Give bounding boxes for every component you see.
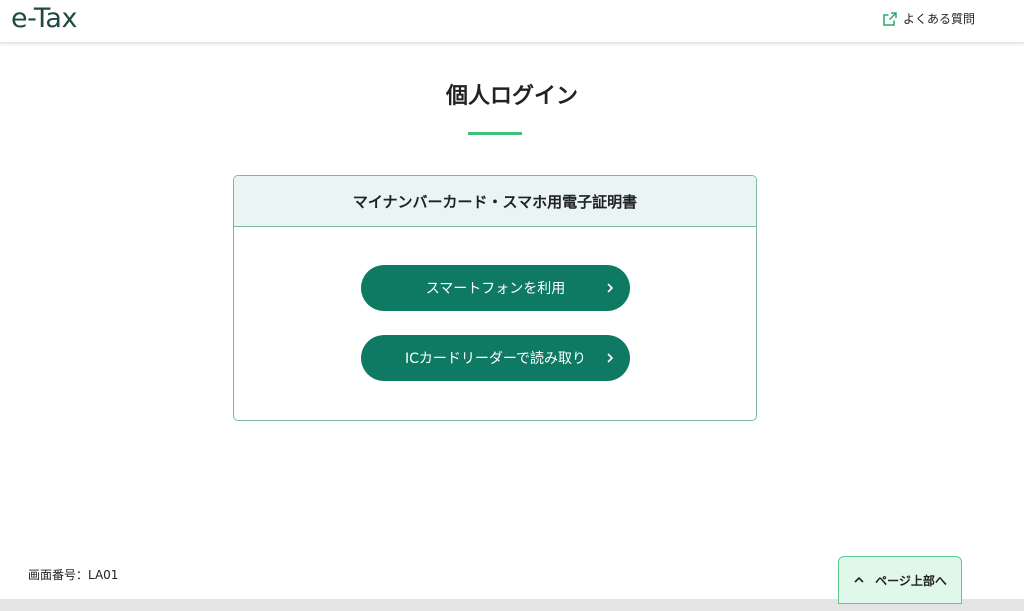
title-underline xyxy=(468,132,522,135)
chevron-up-icon xyxy=(853,574,865,586)
faq-label: よくある質問 xyxy=(903,12,976,26)
etax-logo[interactable]: e-Tax xyxy=(11,3,77,34)
header: e-Tax よくある質問 xyxy=(0,0,1024,43)
ic-card-reader-login-button[interactable]: ICカードリーダーで読み取り xyxy=(361,335,630,381)
external-link-icon xyxy=(883,11,897,26)
login-method-card: マイナンバーカード・スマホ用電子証明書 スマートフォンを利用 ICカードリーダー… xyxy=(233,175,757,421)
ic-card-reader-login-label: ICカードリーダーで読み取り xyxy=(404,351,587,367)
page-top-label: ページ上部へ xyxy=(875,573,947,588)
chevron-right-icon xyxy=(604,352,616,364)
page-title: 個人ログイン xyxy=(445,84,578,109)
faq-link[interactable]: よくある質問 xyxy=(883,10,975,27)
chevron-right-icon xyxy=(604,282,616,294)
card-title: マイナンバーカード・スマホ用電子証明書 xyxy=(234,176,756,227)
page-top-button[interactable]: ページ上部へ xyxy=(838,556,962,604)
screen-id: 画面番号：LA01 xyxy=(28,568,119,582)
smartphone-login-button[interactable]: スマートフォンを利用 xyxy=(361,265,630,311)
smartphone-login-label: スマートフォンを利用 xyxy=(425,281,566,297)
